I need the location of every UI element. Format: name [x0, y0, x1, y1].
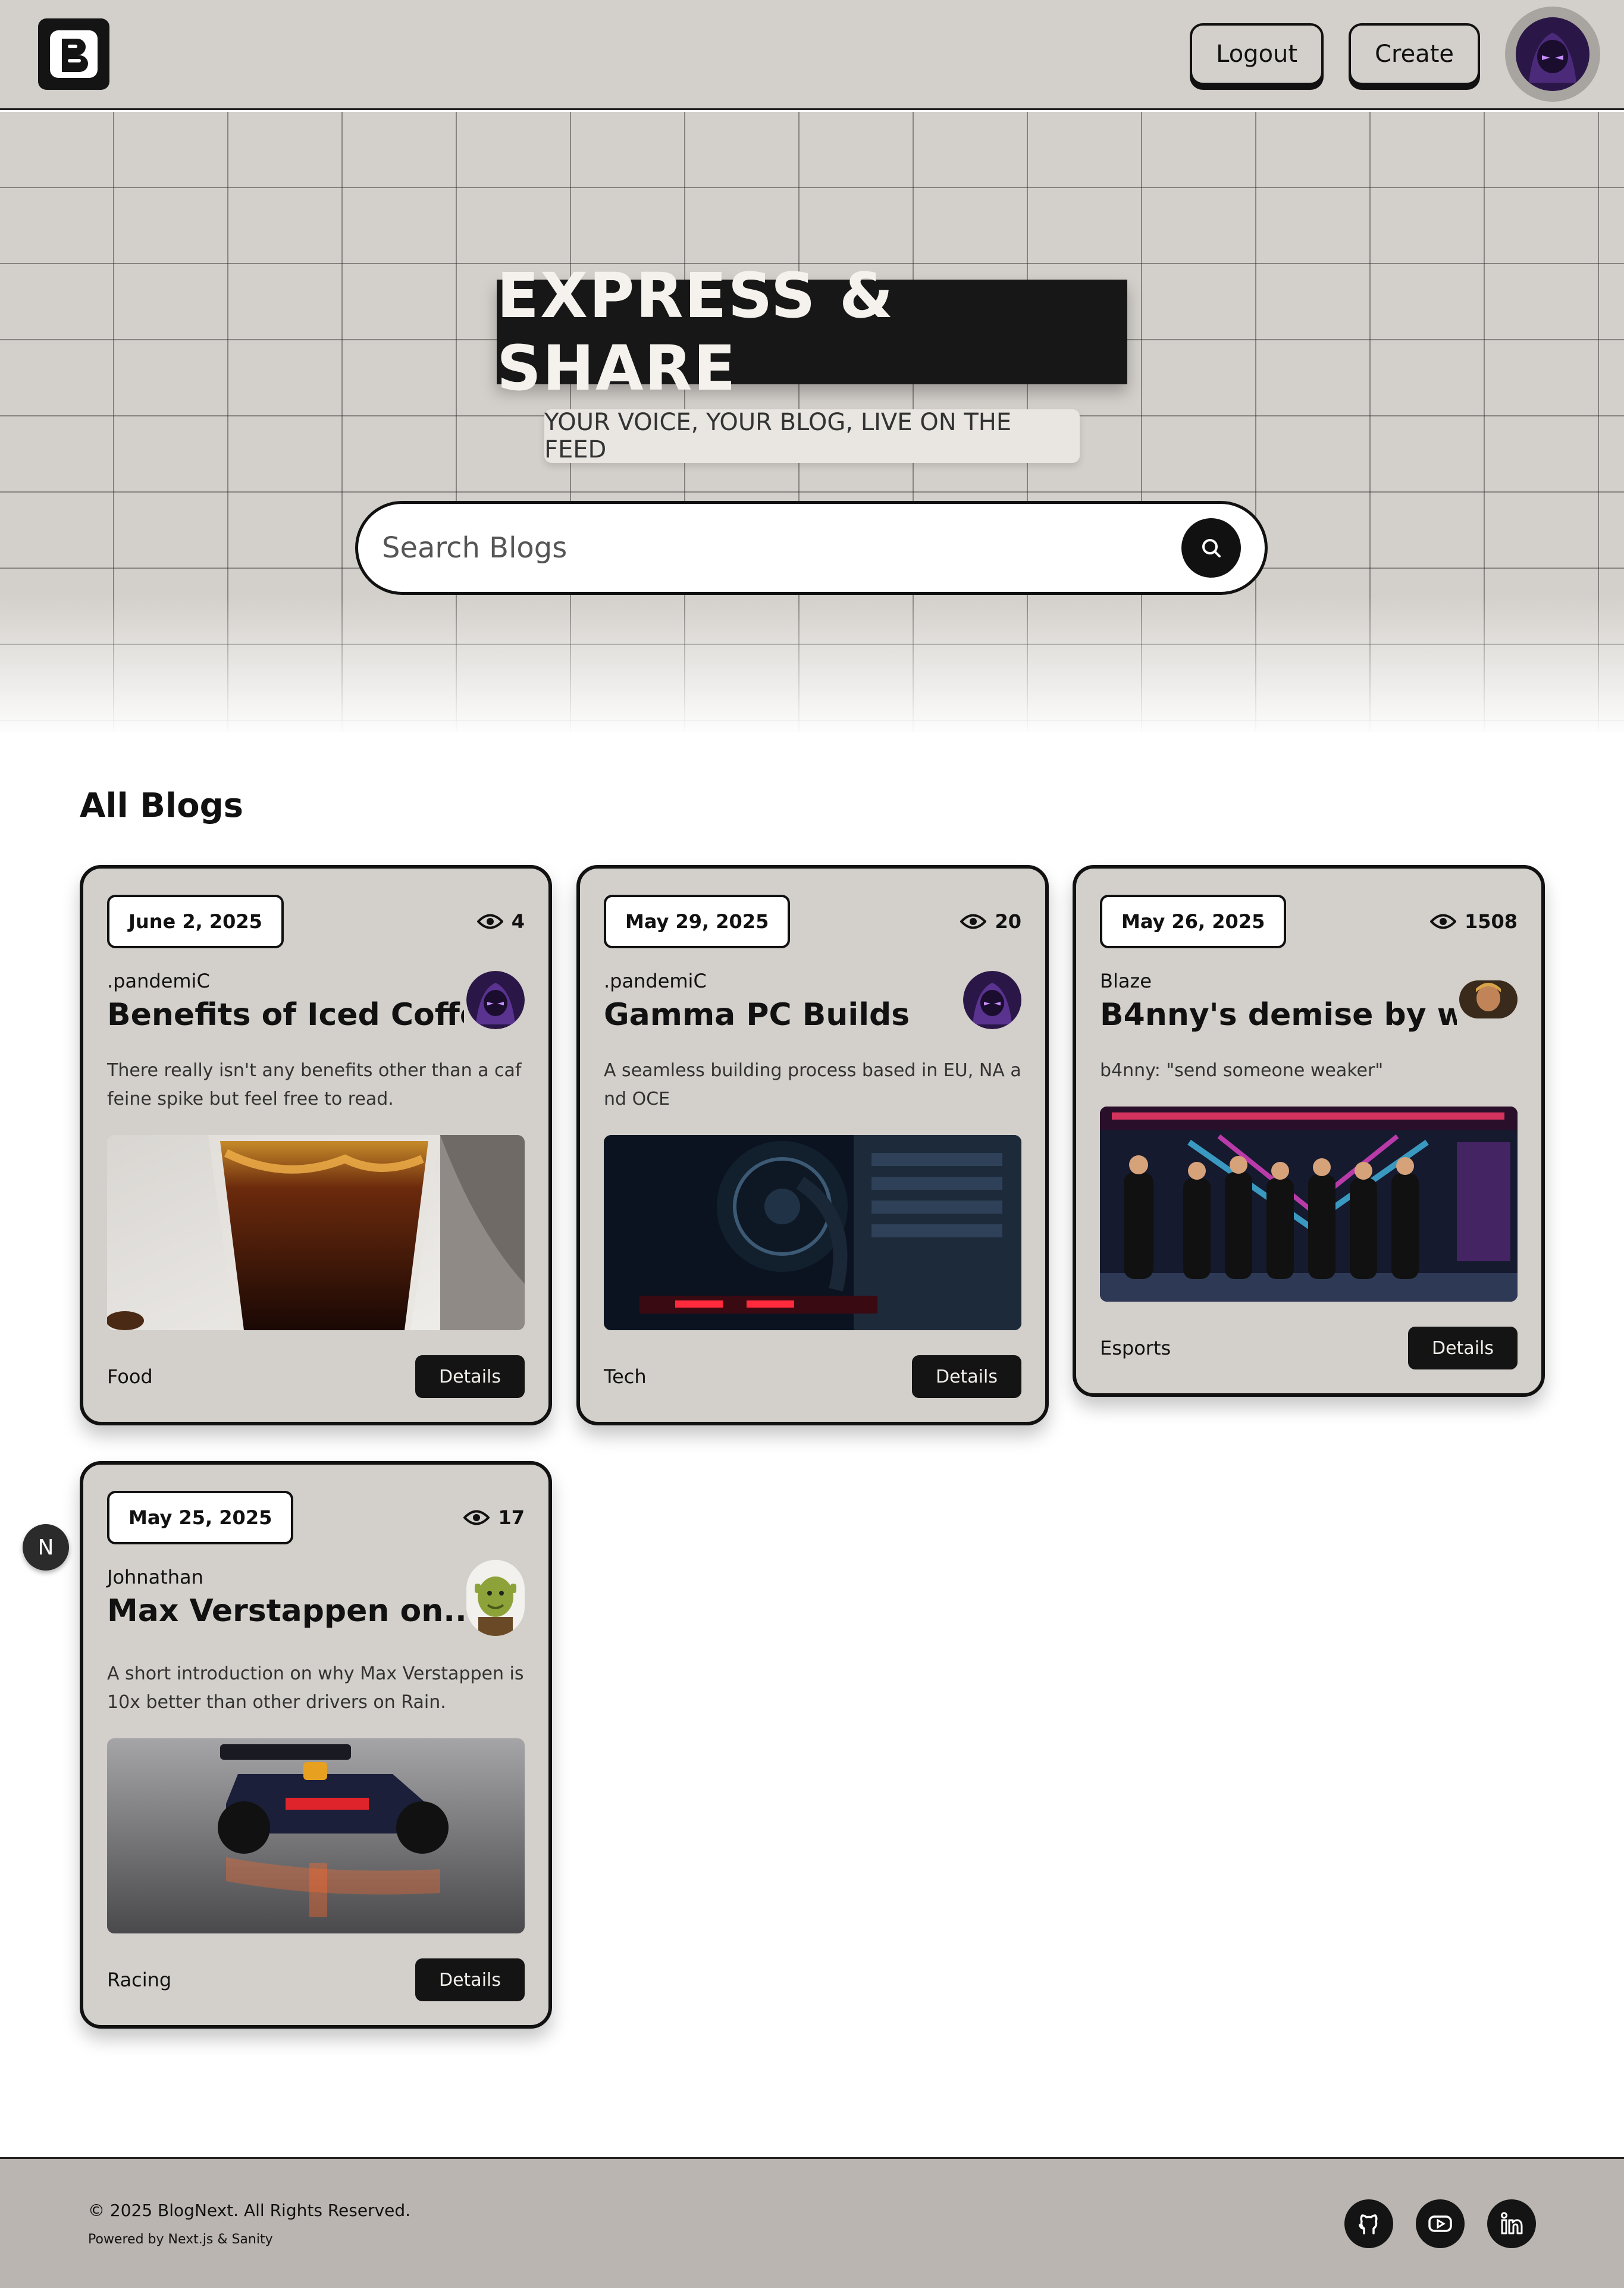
view-count: 4 [476, 910, 525, 933]
views-number: 20 [995, 910, 1021, 933]
date-badge: May 29, 2025 [604, 895, 791, 948]
header-actions: Logout Create [1190, 7, 1600, 102]
date-badge: June 2, 2025 [107, 895, 284, 948]
search-icon [1202, 539, 1221, 557]
purple-hooded-avatar-icon [963, 971, 1021, 1029]
card-description: A short introduction on why Max Verstapp… [107, 1663, 524, 1713]
card-image[interactable] [1100, 1107, 1518, 1302]
card-title[interactable]: Benefits of Iced Coffee [107, 997, 464, 1033]
details-button[interactable]: Details [1407, 1327, 1518, 1369]
card-description: A seamless building process based in EU,… [604, 1060, 1021, 1109]
user-avatar[interactable] [1505, 7, 1600, 102]
card-title[interactable]: B4nny's demise by w... [1100, 997, 1457, 1033]
view-count: 1508 [1429, 910, 1518, 933]
purple-hooded-avatar-icon [1516, 17, 1589, 91]
author-name[interactable]: .pandemiC [107, 970, 464, 992]
github-link[interactable] [1344, 2199, 1393, 2248]
eye-icon [1429, 914, 1456, 929]
shrek-avatar-icon [466, 1560, 525, 1636]
eye-icon [476, 914, 503, 929]
eye-icon [463, 1510, 490, 1525]
card-title[interactable]: Gamma PC Builds [604, 997, 910, 1033]
footer-powered-by: Powered by Next.js & Sanity [88, 2231, 273, 2247]
blog-card: May 25, 2025 17 Johnathan Max Verstappen… [80, 1461, 552, 2029]
nextjs-dev-badge[interactable]: N [23, 1524, 69, 1571]
search-button[interactable] [1181, 518, 1241, 578]
top-navbar: Logout Create [0, 0, 1624, 110]
hero-title: EXPRESS & SHARE [497, 259, 1127, 405]
author-avatar[interactable] [963, 971, 1021, 1029]
author-avatar[interactable] [1459, 980, 1518, 1018]
author-name[interactable]: .pandemiC [604, 970, 910, 992]
blog-card: May 26, 2025 1508 Blaze B4nny's demise b… [1073, 865, 1545, 1397]
view-count: 20 [960, 910, 1021, 933]
author-name[interactable]: Blaze [1100, 970, 1457, 992]
esports-stage-image [1100, 1107, 1518, 1302]
search-input[interactable] [382, 531, 1181, 565]
details-button[interactable]: Details [415, 1355, 525, 1398]
card-image[interactable] [107, 1738, 525, 1933]
card-title[interactable]: Max Verstappen on... [107, 1593, 464, 1629]
blaze-avatar-icon [1459, 980, 1518, 1018]
footer-copyright: © 2025 BlogNext. All Rights Reserved. [88, 2200, 411, 2220]
details-button[interactable]: Details [911, 1355, 1021, 1398]
f1-car-rain-image [107, 1738, 525, 1933]
details-button[interactable]: Details [415, 1958, 525, 2001]
card-image[interactable] [604, 1135, 1021, 1330]
views-number: 17 [498, 1506, 525, 1529]
card-description: b4nny: "send someone weaker" [1100, 1060, 1384, 1081]
blog-card: May 29, 2025 20 .pandemiC Gamma PC Build… [576, 865, 1049, 1425]
linkedin-link[interactable] [1487, 2199, 1536, 2248]
date-badge: May 26, 2025 [1100, 895, 1287, 948]
hero-subtitle: YOUR VOICE, YOUR BLOG, LIVE ON THE FEED [544, 409, 1080, 463]
date-badge: May 25, 2025 [107, 1491, 294, 1544]
card-image[interactable] [107, 1135, 525, 1330]
views-number: 1508 [1464, 910, 1518, 933]
author-avatar[interactable] [466, 971, 525, 1029]
card-category[interactable]: Racing [107, 1969, 171, 1991]
iced-coffee-image [107, 1135, 525, 1330]
social-links [1344, 2199, 1536, 2248]
footer: © 2025 BlogNext. All Rights Reserved. Po… [0, 2157, 1624, 2288]
search-bar [355, 501, 1268, 595]
youtube-link[interactable] [1416, 2199, 1465, 2248]
blog-card: June 2, 2025 4 .pandemiC Benefits of Ice… [80, 865, 552, 1425]
blog-logo-icon[interactable] [38, 18, 109, 90]
logout-button[interactable]: Logout [1190, 23, 1324, 85]
card-category[interactable]: Esports [1100, 1337, 1171, 1359]
linkedin-icon [1501, 2212, 1523, 2234]
author-name[interactable]: Johnathan [107, 1566, 464, 1588]
view-count: 17 [463, 1506, 525, 1529]
card-category[interactable]: Food [107, 1365, 153, 1388]
github-icon [1359, 2214, 1378, 2234]
purple-hooded-avatar-icon [466, 971, 525, 1029]
card-description: There really isn't any benefits other th… [107, 1060, 522, 1109]
create-button[interactable]: Create [1349, 23, 1480, 85]
section-title: All Blogs [80, 786, 243, 825]
author-avatar[interactable] [466, 1560, 525, 1636]
card-category[interactable]: Tech [604, 1365, 647, 1388]
pc-build-image [604, 1135, 1021, 1330]
hero-fade [0, 595, 1624, 738]
eye-icon [960, 914, 987, 929]
views-number: 4 [511, 910, 525, 933]
youtube-icon [1428, 2215, 1452, 2232]
